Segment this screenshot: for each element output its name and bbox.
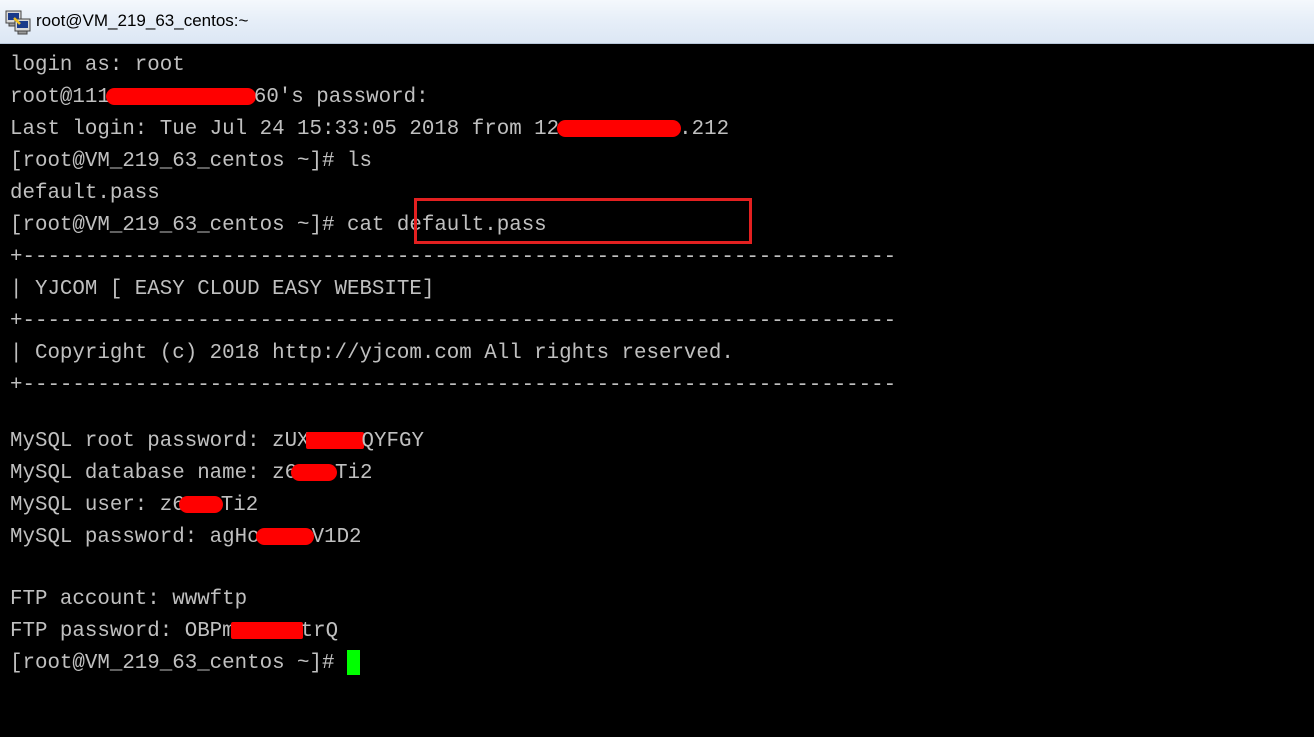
redaction-mark — [105, 88, 256, 105]
terminal-line: | Copyright (c) 2018 http://yjcom.com Al… — [10, 342, 734, 365]
terminal-line: MySQL root password: zUX QYFGY — [10, 430, 424, 453]
terminal-line: +---------------------------------------… — [10, 246, 897, 269]
terminal-line: MySQL database name: z6 Ti2 — [10, 462, 373, 485]
window-title: root@VM_219_63_centos:~ — [36, 11, 249, 30]
terminal-window: root@VM_219_63_centos:~ login as: root r… — [0, 0, 1314, 737]
terminal-line: root@111 60's password: — [10, 86, 429, 109]
terminal-line: FTP account: wwwftp — [10, 588, 248, 611]
redaction-mark — [557, 120, 682, 137]
terminal-line: Last login: Tue Jul 24 15:33:05 2018 fro… — [10, 118, 730, 141]
putty-icon — [5, 10, 31, 35]
terminal-line: +---------------------------------------… — [10, 374, 897, 397]
title-bar[interactable]: root@VM_219_63_centos:~ — [0, 0, 1314, 44]
terminal-line: default.pass — [10, 182, 160, 205]
terminal-line: | YJCOM [ EASY CLOUD EASY WEBSITE] — [10, 278, 435, 301]
command-highlight-box — [414, 198, 752, 244]
terminal-cursor — [346, 650, 360, 675]
redaction-mark — [291, 464, 338, 481]
terminal-line: MySQL user: z6 Ti2 — [10, 494, 259, 517]
redaction-mark — [255, 528, 314, 545]
terminal-line: FTP password: OBPm trQ — [10, 620, 339, 643]
redaction-mark — [178, 496, 223, 513]
terminal-line: +---------------------------------------… — [10, 310, 897, 333]
terminal-line: [root@VM_219_63_centos ~]# ls — [10, 150, 372, 173]
terminal-prompt[interactable]: [root@VM_219_63_centos ~]# — [10, 650, 360, 678]
redaction-mark — [230, 622, 303, 639]
terminal-line: login as: root — [10, 54, 185, 77]
terminal-line: MySQL password: agHo V1D2 — [10, 526, 362, 549]
redaction-mark — [305, 432, 364, 449]
